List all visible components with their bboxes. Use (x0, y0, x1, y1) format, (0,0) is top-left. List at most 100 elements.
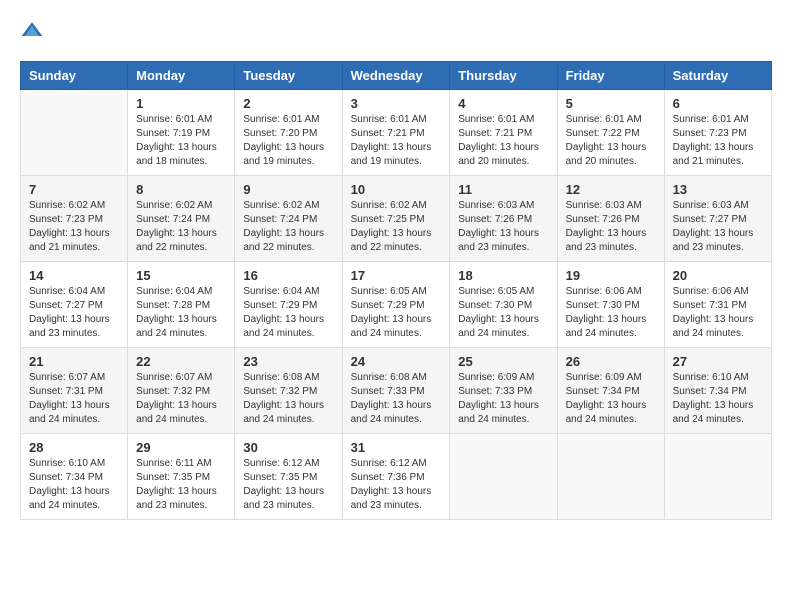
day-info: Sunrise: 6:03 AMSunset: 7:27 PMDaylight:… (673, 199, 763, 255)
col-header-wednesday: Wednesday (342, 62, 450, 90)
day-info: Sunrise: 6:10 AMSunset: 7:34 PMDaylight:… (673, 371, 763, 427)
day-number: 11 (458, 182, 548, 197)
day-info: Sunrise: 6:01 AMSunset: 7:23 PMDaylight:… (673, 113, 763, 169)
day-info: Sunrise: 6:01 AMSunset: 7:22 PMDaylight:… (566, 113, 656, 169)
col-header-saturday: Saturday (664, 62, 771, 90)
day-info: Sunrise: 6:07 AMSunset: 7:32 PMDaylight:… (136, 371, 226, 427)
day-number: 2 (243, 96, 333, 111)
day-cell: 12 Sunrise: 6:03 AMSunset: 7:26 PMDayligh… (557, 176, 664, 262)
day-cell: 27 Sunrise: 6:10 AMSunset: 7:34 PMDayligh… (664, 348, 771, 434)
day-info: Sunrise: 6:06 AMSunset: 7:31 PMDaylight:… (673, 285, 763, 341)
day-info: Sunrise: 6:09 AMSunset: 7:34 PMDaylight:… (566, 371, 656, 427)
day-number: 19 (566, 268, 656, 283)
day-number: 21 (29, 354, 119, 369)
day-cell: 4 Sunrise: 6:01 AMSunset: 7:21 PMDaylight… (450, 90, 557, 176)
day-cell: 29Sunrise: 6:11 AMSunset: 7:35 PMDayligh… (128, 434, 235, 520)
day-info: Sunrise: 6:01 AMSunset: 7:21 PMDaylight:… (458, 113, 548, 169)
day-cell: 14 Sunrise: 6:04 AMSunset: 7:27 PMDayligh… (21, 262, 128, 348)
day-cell (664, 434, 771, 520)
day-number: 16 (243, 268, 333, 283)
day-info: Sunrise: 6:08 AMSunset: 7:33 PMDaylight:… (351, 371, 442, 427)
day-number: 18 (458, 268, 548, 283)
day-number: 5 (566, 96, 656, 111)
day-info: Sunrise: 6:01 AMSunset: 7:20 PMDaylight:… (243, 113, 333, 169)
day-info: Sunrise: 6:01 AMSunset: 7:19 PMDaylight:… (136, 113, 226, 169)
day-info: Sunrise: 6:04 AMSunset: 7:29 PMDaylight:… (243, 285, 333, 341)
day-info: Sunrise: 6:01 AMSunset: 7:21 PMDaylight:… (351, 113, 442, 169)
day-cell: 17 Sunrise: 6:05 AMSunset: 7:29 PMDayligh… (342, 262, 450, 348)
day-info: Sunrise: 6:10 AMSunset: 7:34 PMDaylight:… (29, 457, 119, 513)
day-cell: 11 Sunrise: 6:03 AMSunset: 7:26 PMDayligh… (450, 176, 557, 262)
col-header-thursday: Thursday (450, 62, 557, 90)
day-cell: 6 Sunrise: 6:01 AMSunset: 7:23 PMDaylight… (664, 90, 771, 176)
day-cell: 10 Sunrise: 6:02 AMSunset: 7:25 PMDayligh… (342, 176, 450, 262)
day-cell: 7 Sunrise: 6:02 AMSunset: 7:23 PMDaylight… (21, 176, 128, 262)
day-number: 28 (29, 440, 119, 455)
day-number: 12 (566, 182, 656, 197)
day-number: 30 (243, 440, 333, 455)
day-cell: 28 Sunrise: 6:10 AMSunset: 7:34 PMDayligh… (21, 434, 128, 520)
day-number: 23 (243, 354, 333, 369)
day-info: Sunrise: 6:05 AMSunset: 7:30 PMDaylight:… (458, 285, 548, 341)
logo (20, 20, 48, 45)
day-number: 31 (351, 440, 442, 455)
day-number: 13 (673, 182, 763, 197)
day-number: 14 (29, 268, 119, 283)
day-number: 17 (351, 268, 442, 283)
day-number: 27 (673, 354, 763, 369)
day-cell: 24 Sunrise: 6:08 AMSunset: 7:33 PMDayligh… (342, 348, 450, 434)
week-row-5: 28 Sunrise: 6:10 AMSunset: 7:34 PMDayligh… (21, 434, 772, 520)
logo-icon (20, 20, 44, 40)
day-info: Sunrise: 6:02 AMSunset: 7:24 PMDaylight:… (243, 199, 333, 255)
day-number: 20 (673, 268, 763, 283)
day-number: 1 (136, 96, 226, 111)
week-row-4: 21Sunrise: 6:07 AMSunset: 7:31 PMDayligh… (21, 348, 772, 434)
day-cell: 13 Sunrise: 6:03 AMSunset: 7:27 PMDayligh… (664, 176, 771, 262)
day-cell: 21Sunrise: 6:07 AMSunset: 7:31 PMDayligh… (21, 348, 128, 434)
day-cell: 2 Sunrise: 6:01 AMSunset: 7:20 PMDaylight… (235, 90, 342, 176)
day-info: Sunrise: 6:12 AMSunset: 7:35 PMDaylight:… (243, 457, 333, 513)
day-cell: 31Sunrise: 6:12 AMSunset: 7:36 PMDayligh… (342, 434, 450, 520)
day-cell: 20 Sunrise: 6:06 AMSunset: 7:31 PMDayligh… (664, 262, 771, 348)
day-info: Sunrise: 6:03 AMSunset: 7:26 PMDaylight:… (458, 199, 548, 255)
col-header-sunday: Sunday (21, 62, 128, 90)
day-number: 7 (29, 182, 119, 197)
day-info: Sunrise: 6:11 AMSunset: 7:35 PMDaylight:… (136, 457, 226, 513)
day-cell: 18 Sunrise: 6:05 AMSunset: 7:30 PMDayligh… (450, 262, 557, 348)
calendar-table: SundayMondayTuesdayWednesdayThursdayFrid… (20, 61, 772, 520)
week-row-2: 7 Sunrise: 6:02 AMSunset: 7:23 PMDaylight… (21, 176, 772, 262)
day-info: Sunrise: 6:02 AMSunset: 7:23 PMDaylight:… (29, 199, 119, 255)
day-number: 4 (458, 96, 548, 111)
day-cell: 16 Sunrise: 6:04 AMSunset: 7:29 PMDayligh… (235, 262, 342, 348)
day-number: 6 (673, 96, 763, 111)
col-header-tuesday: Tuesday (235, 62, 342, 90)
day-number: 9 (243, 182, 333, 197)
day-cell: 26 Sunrise: 6:09 AMSunset: 7:34 PMDayligh… (557, 348, 664, 434)
day-cell: 8Sunrise: 6:02 AMSunset: 7:24 PMDaylight… (128, 176, 235, 262)
day-info: Sunrise: 6:02 AMSunset: 7:25 PMDaylight:… (351, 199, 442, 255)
day-number: 24 (351, 354, 442, 369)
day-info: Sunrise: 6:05 AMSunset: 7:29 PMDaylight:… (351, 285, 442, 341)
day-number: 3 (351, 96, 442, 111)
week-row-3: 14 Sunrise: 6:04 AMSunset: 7:27 PMDayligh… (21, 262, 772, 348)
day-number: 22 (136, 354, 226, 369)
day-info: Sunrise: 6:03 AMSunset: 7:26 PMDaylight:… (566, 199, 656, 255)
day-cell: 22 Sunrise: 6:07 AMSunset: 7:32 PMDayligh… (128, 348, 235, 434)
day-cell (450, 434, 557, 520)
day-number: 26 (566, 354, 656, 369)
day-cell: 19Sunrise: 6:06 AMSunset: 7:30 PMDayligh… (557, 262, 664, 348)
day-number: 25 (458, 354, 548, 369)
day-info: Sunrise: 6:04 AMSunset: 7:27 PMDaylight:… (29, 285, 119, 341)
day-info: Sunrise: 6:04 AMSunset: 7:28 PMDaylight:… (136, 285, 226, 341)
day-number: 15 (136, 268, 226, 283)
col-header-monday: Monday (128, 62, 235, 90)
day-cell (21, 90, 128, 176)
day-number: 8 (136, 182, 226, 197)
day-number: 10 (351, 182, 442, 197)
day-cell: 9 Sunrise: 6:02 AMSunset: 7:24 PMDaylight… (235, 176, 342, 262)
week-row-1: 1 Sunrise: 6:01 AMSunset: 7:19 PMDaylight… (21, 90, 772, 176)
day-info: Sunrise: 6:08 AMSunset: 7:32 PMDaylight:… (243, 371, 333, 427)
day-cell: 25Sunrise: 6:09 AMSunset: 7:33 PMDayligh… (450, 348, 557, 434)
day-cell: 3 Sunrise: 6:01 AMSunset: 7:21 PMDaylight… (342, 90, 450, 176)
day-cell (557, 434, 664, 520)
